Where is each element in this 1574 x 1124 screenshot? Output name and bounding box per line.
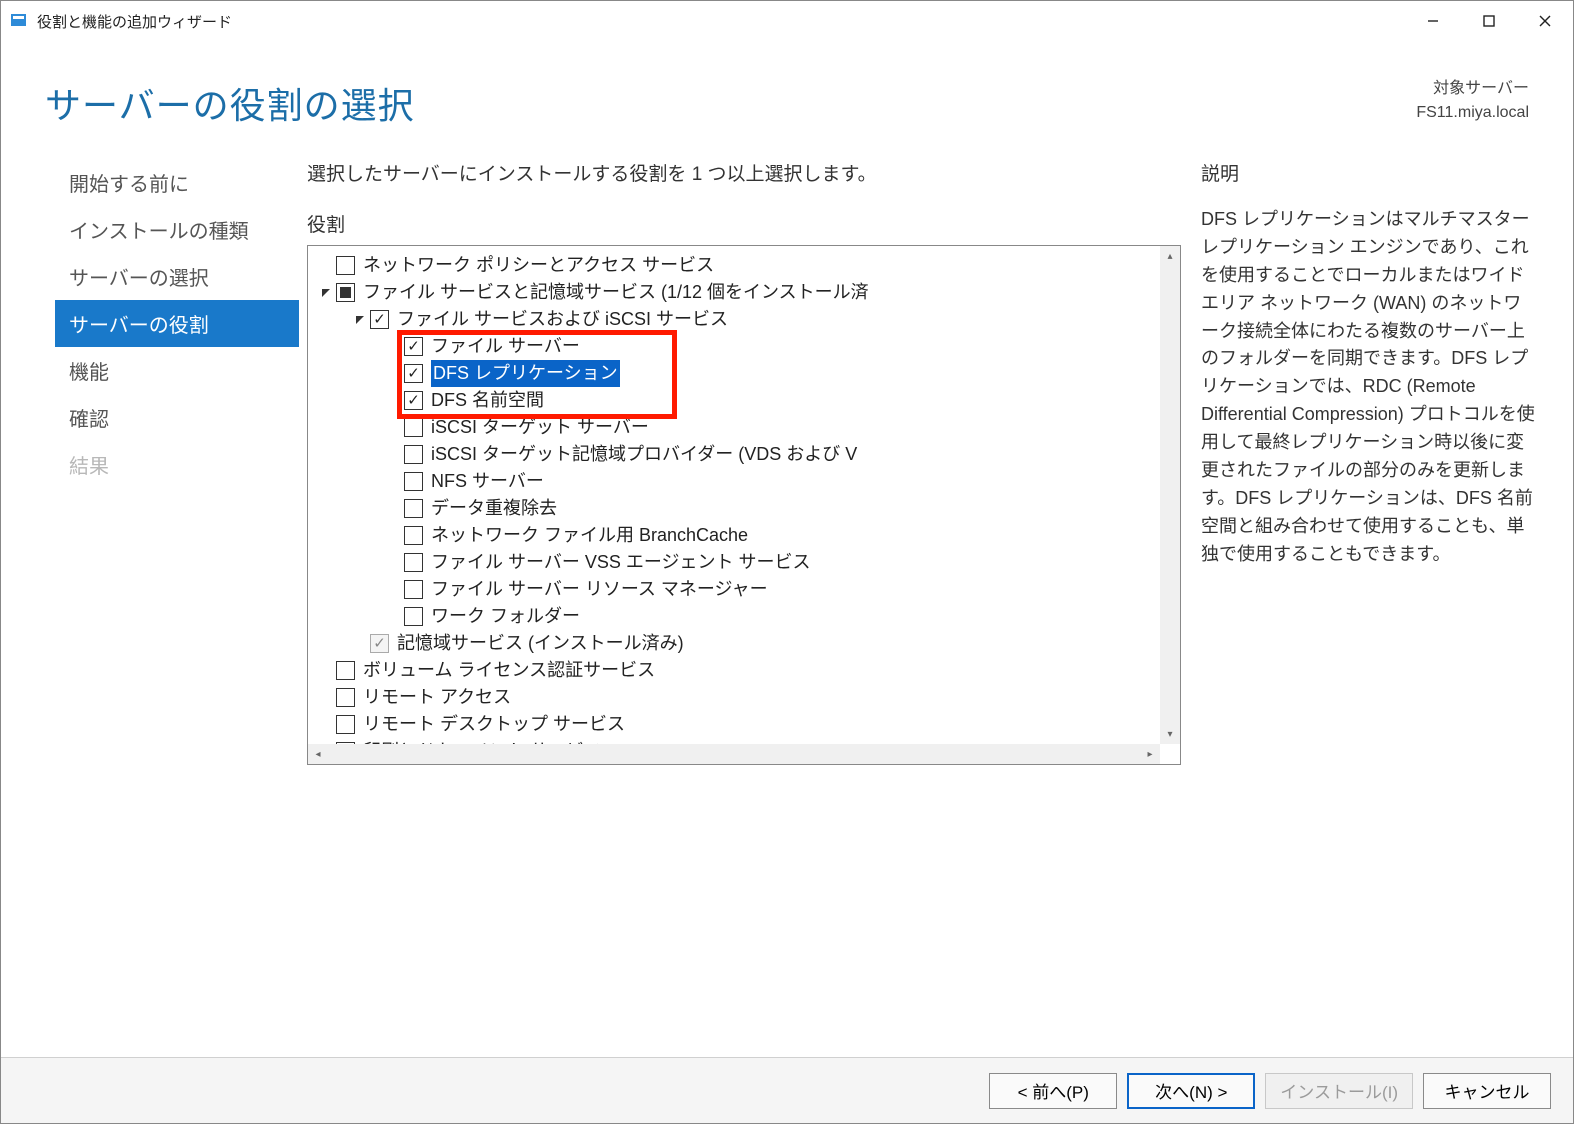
checkbox[interactable] [404,418,423,437]
tree-item-label: iSCSI ターゲット記憶域プロバイダー (VDS および V [431,441,857,468]
minimize-button[interactable] [1405,1,1461,41]
page-title: サーバーの役割の選択 [45,77,1416,129]
checkbox[interactable] [404,580,423,599]
checkbox[interactable] [404,472,423,491]
checkbox[interactable] [404,607,423,626]
maximize-button[interactable] [1461,1,1517,41]
checkbox[interactable] [404,553,423,572]
tree-row[interactable]: ネットワーク ファイル用 BranchCache [318,522,1176,549]
roles-tree[interactable]: ネットワーク ポリシーとアクセス サービスファイル サービスと記憶域サービス (… [308,246,1180,744]
window-title: 役割と機能の追加ウィザード [37,11,1405,32]
checkbox [370,634,389,653]
vertical-scrollbar[interactable]: ▴ ▾ [1160,246,1180,744]
titlebar: 役割と機能の追加ウィザード [1,1,1573,41]
tree-row[interactable]: データ重複除去 [318,495,1176,522]
scroll-up-icon[interactable]: ▴ [1160,246,1180,266]
checkbox[interactable] [336,283,355,302]
description-panel: 説明 DFS レプリケーションはマルチマスター レプリケーション エンジンであり… [1189,149,1549,1057]
wizard-step-item[interactable]: サーバーの選択 [55,253,299,300]
target-server-label: 対象サーバー [1416,77,1529,101]
tree-item-label: NFS サーバー [431,468,544,495]
tree-row[interactable]: ボリューム ライセンス認証サービス [318,657,1176,684]
tree-row[interactable]: DFS 名前空間 [318,387,1176,414]
checkbox[interactable] [404,364,423,383]
tree-row[interactable]: リモート アクセス [318,684,1176,711]
previous-button[interactable]: < 前へ(P) [989,1073,1117,1109]
tree-row[interactable]: NFS サーバー [318,468,1176,495]
tree-row[interactable]: ネットワーク ポリシーとアクセス サービス [318,252,1176,279]
tree-row[interactable]: ファイル サービスと記憶域サービス (1/12 個をインストール済 [318,279,1176,306]
window-controls [1405,1,1573,41]
tree-item-label: ボリューム ライセンス認証サービス [363,657,655,684]
checkbox[interactable] [404,526,423,545]
horizontal-scrollbar[interactable]: ◂ ▸ [308,744,1160,764]
tree-item-label: ファイル サーバー リソース マネージャー [431,576,768,603]
scroll-left-icon[interactable]: ◂ [308,744,328,764]
scroll-right-icon[interactable]: ▸ [1140,744,1160,764]
checkbox[interactable] [404,499,423,518]
cancel-button[interactable]: キャンセル [1423,1073,1551,1109]
scroll-track[interactable] [328,744,1140,764]
tree-row[interactable]: ファイル サーバー VSS エージェント サービス [318,549,1176,576]
tree-row[interactable]: ファイル サーバー リソース マネージャー [318,576,1176,603]
tree-row[interactable]: DFS レプリケーション [318,360,1176,387]
expander-icon[interactable] [318,285,334,301]
scroll-track[interactable] [1160,266,1180,724]
wizard-button-bar: < 前へ(P) 次へ(N) > インストール(I) キャンセル [1,1057,1573,1123]
wizard-step-item[interactable]: 確認 [55,394,299,441]
tree-item-label: ファイル サーバー VSS エージェント サービス [431,549,810,576]
tree-row[interactable]: iSCSI ターゲット記憶域プロバイダー (VDS および V [318,441,1176,468]
wizard-steps-sidebar: 開始する前にインストールの種類サーバーの選択サーバーの役割機能確認結果 [1,149,299,1057]
tree-item-label: ファイル サーバー [431,333,580,360]
wizard-step-item: 結果 [55,441,299,488]
tree-row[interactable]: iSCSI ターゲット サーバー [318,414,1176,441]
tree-row[interactable]: ファイル サービスおよび iSCSI サービス [318,306,1176,333]
checkbox[interactable] [404,337,423,356]
tree-row[interactable]: ワーク フォルダー [318,603,1176,630]
wizard-icon [9,11,29,31]
target-server-info: 対象サーバー FS11.miya.local [1416,77,1529,125]
tree-item-label: ワーク フォルダー [431,603,580,630]
checkbox[interactable] [336,661,355,680]
tree-row[interactable]: 記憶域サービス (インストール済み) [318,630,1176,657]
roles-tree-box: ネットワーク ポリシーとアクセス サービスファイル サービスと記憶域サービス (… [307,245,1181,765]
wizard-body: サーバーの役割の選択 対象サーバー FS11.miya.local 開始する前に… [1,41,1573,1057]
wizard-step-item[interactable]: インストールの種類 [55,206,299,253]
checkbox[interactable] [404,391,423,410]
description-label: 説明 [1201,159,1537,186]
tree-item-label: リモート デスクトップ サービス [363,711,625,738]
next-button[interactable]: 次へ(N) > [1127,1073,1255,1109]
wizard-step-item[interactable]: サーバーの役割 [55,300,299,347]
checkbox[interactable] [336,688,355,707]
checkbox[interactable] [404,445,423,464]
expander-icon[interactable] [352,312,368,328]
tree-item-label: DFS 名前空間 [431,387,544,414]
tree-item-label: DFS レプリケーション [431,360,620,387]
roles-section-label: 役割 [307,210,1181,237]
tree-item-label: iSCSI ターゲット サーバー [431,414,649,441]
install-button: インストール(I) [1265,1073,1413,1109]
tree-item-label: 記憶域サービス (インストール済み) [397,630,684,657]
tree-item-label: リモート アクセス [363,684,511,711]
checkbox[interactable] [336,256,355,275]
close-button[interactable] [1517,1,1573,41]
wizard-step-item[interactable]: 機能 [55,347,299,394]
target-server-name: FS11.miya.local [1416,101,1529,125]
tree-item-label: ファイル サービスおよび iSCSI サービス [397,306,728,333]
instruction-text: 選択したサーバーにインストールする役割を 1 つ以上選択します。 [307,159,1181,186]
tree-item-label: データ重複除去 [431,495,557,522]
description-text: DFS レプリケーションはマルチマスター レプリケーション エンジンであり、これ… [1201,206,1537,569]
checkbox[interactable] [336,715,355,734]
tree-item-label: ファイル サービスと記憶域サービス (1/12 個をインストール済 [363,279,869,306]
wizard-step-item[interactable]: 開始する前に [55,159,299,206]
tree-item-label: ネットワーク ファイル用 BranchCache [431,522,748,549]
tree-item-label: ネットワーク ポリシーとアクセス サービス [363,252,714,279]
tree-row[interactable]: ファイル サーバー [318,333,1176,360]
checkbox[interactable] [370,310,389,329]
tree-row[interactable]: リモート デスクトップ サービス [318,711,1176,738]
scroll-down-icon[interactable]: ▾ [1160,724,1180,744]
main-panel: 選択したサーバーにインストールする役割を 1 つ以上選択します。 役割 ネットワ… [307,149,1181,1057]
